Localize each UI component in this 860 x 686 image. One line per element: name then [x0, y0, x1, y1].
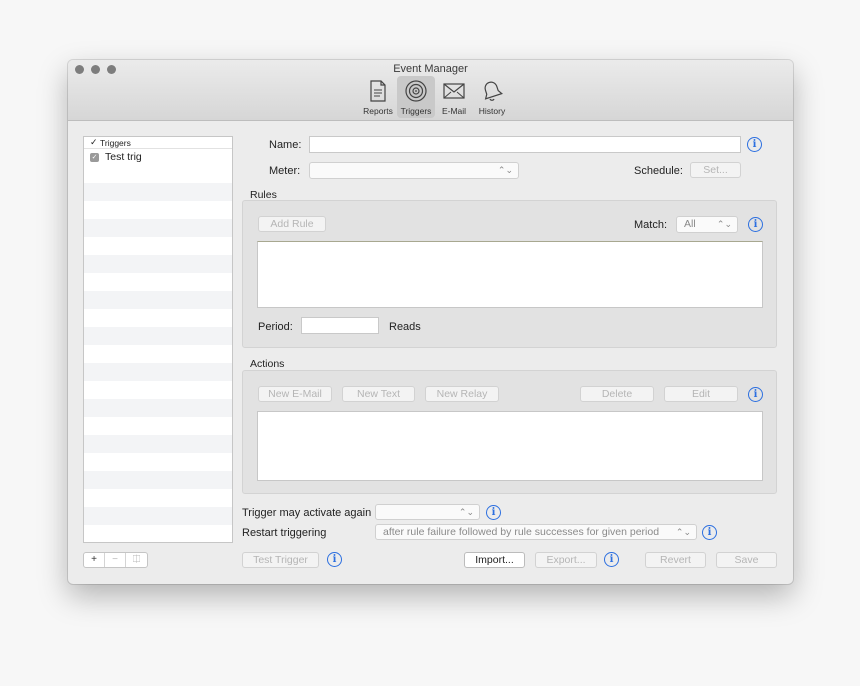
list-stripes	[84, 165, 232, 542]
name-input[interactable]	[309, 136, 741, 153]
toolbar-reports-label: Reports	[363, 106, 393, 116]
export-button[interactable]: Export...	[535, 552, 597, 568]
period-label: Period:	[258, 321, 293, 333]
import-button[interactable]: Import...	[464, 552, 525, 568]
add-trigger-button[interactable]: +	[84, 553, 105, 567]
titlebar: Event Manager Reports Triggers E-Mail Hi…	[68, 60, 793, 121]
toolbar-email[interactable]: E-Mail	[435, 76, 473, 118]
restart-triggering-value: after rule failure followed by rule succ…	[383, 526, 660, 538]
new-relay-button[interactable]: New Relay	[425, 386, 499, 402]
rules-group: Add Rule Match: All ⌃⌄ i Period: Reads	[242, 200, 777, 348]
revert-button[interactable]: Revert	[645, 552, 706, 568]
save-button[interactable]: Save	[716, 552, 777, 568]
checkmark-icon: ✓	[90, 137, 98, 147]
rules-list[interactable]	[257, 241, 763, 308]
info-icon[interactable]: i	[327, 552, 342, 567]
reports-icon	[370, 80, 386, 102]
toolbar-triggers-label: Triggers	[400, 106, 432, 116]
match-label: Match:	[634, 219, 668, 231]
info-icon[interactable]: i	[702, 525, 717, 540]
trigger-list[interactable]: ✓ Triggers ✓ Test trig	[83, 136, 233, 543]
toolbar-triggers[interactable]: Triggers	[397, 76, 435, 118]
name-label: Name:	[269, 139, 302, 151]
checkbox-icon[interactable]: ✓	[90, 152, 99, 162]
trigger-options-button[interactable]: ⎅	[126, 553, 147, 567]
actions-list[interactable]	[257, 411, 763, 481]
toolbar-reports[interactable]: Reports	[359, 76, 397, 118]
toolbar-email-label: E-Mail	[441, 106, 467, 116]
chevron-updown-icon: ⌃⌄	[675, 527, 691, 537]
edit-action-button[interactable]: Edit	[664, 386, 738, 402]
info-icon[interactable]: i	[747, 137, 762, 152]
toolbar: Reports Triggers E-Mail History	[359, 76, 511, 118]
reads-label: Reads	[389, 321, 421, 333]
bell-icon	[484, 81, 503, 101]
target-icon	[405, 80, 427, 102]
toolbar-history[interactable]: History	[473, 76, 511, 118]
restart-triggering-label: Restart triggering	[242, 527, 327, 539]
schedule-set-button[interactable]: Set...	[690, 162, 741, 178]
restart-triggering-select[interactable]: after rule failure followed by rule succ…	[375, 524, 697, 540]
info-icon[interactable]: i	[748, 387, 763, 402]
window-title: Event Manager	[393, 63, 468, 75]
info-icon[interactable]: i	[604, 552, 619, 567]
match-select[interactable]: All ⌃⌄	[676, 216, 738, 233]
remove-trigger-button[interactable]: −	[105, 553, 126, 567]
delete-action-button[interactable]: Delete	[580, 386, 654, 402]
list-item[interactable]: ✓ Test trig	[84, 149, 232, 165]
meter-label: Meter:	[269, 165, 301, 177]
list-buttons: + − ⎅	[83, 552, 148, 568]
actions-title: Actions	[250, 358, 285, 370]
list-item-label: Test trig	[105, 151, 142, 163]
new-email-button[interactable]: New E-Mail	[258, 386, 332, 402]
event-manager-window: Event Manager Reports Triggers E-Mail Hi…	[68, 60, 793, 584]
test-trigger-button[interactable]: Test Trigger	[242, 552, 319, 568]
period-input[interactable]	[301, 317, 379, 334]
actions-group: New E-Mail New Text New Relay Delete Edi…	[242, 370, 777, 494]
schedule-label: Schedule:	[634, 165, 683, 177]
envelope-icon	[443, 83, 465, 99]
info-icon[interactable]: i	[486, 505, 501, 520]
activate-again-select[interactable]: ⌃⌄	[375, 504, 480, 520]
meter-select[interactable]: ⌃⌄	[309, 162, 519, 179]
chevron-updown-icon: ⌃⌄	[716, 219, 732, 229]
activate-again-label: Trigger may activate again	[242, 507, 372, 519]
add-rule-button[interactable]: Add Rule	[258, 216, 326, 232]
new-text-button[interactable]: New Text	[342, 386, 415, 402]
toolbar-history-label: History	[478, 106, 506, 116]
trigger-list-header[interactable]: ✓ Triggers	[84, 137, 232, 149]
info-icon[interactable]: i	[748, 217, 763, 232]
trigger-list-header-label: Triggers	[100, 137, 131, 148]
chevron-updown-icon: ⌃⌄	[458, 507, 474, 517]
chevron-updown-icon: ⌃⌄	[497, 165, 513, 175]
match-value: All	[684, 218, 696, 230]
